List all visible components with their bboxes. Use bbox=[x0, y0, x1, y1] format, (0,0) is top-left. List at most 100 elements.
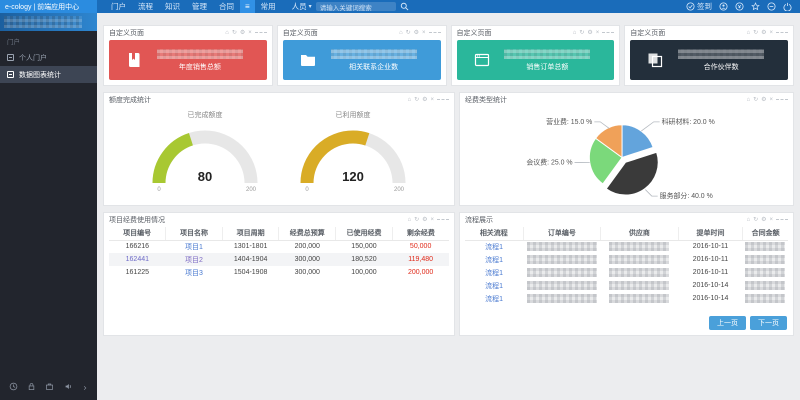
lock-icon[interactable] bbox=[27, 378, 36, 396]
table-row[interactable]: 流程1 2016-10-11 bbox=[465, 240, 788, 253]
workflow-link[interactable]: 流程1 bbox=[465, 292, 523, 305]
prev-page-button[interactable]: 上一页 bbox=[709, 316, 746, 330]
table-row[interactable]: 166216 项目1 1301-1801 200,000 150,000 50,… bbox=[109, 240, 449, 253]
home-icon[interactable]: ⌂ bbox=[573, 30, 577, 36]
settings-gear-icon[interactable]: ⚙ bbox=[422, 97, 427, 103]
search-input[interactable]: 请输入关键词搜索 bbox=[316, 2, 396, 11]
profile-icon[interactable] bbox=[719, 2, 728, 11]
home-icon[interactable]: ⌂ bbox=[746, 217, 750, 223]
close-icon[interactable]: × bbox=[769, 97, 773, 103]
workflow-link[interactable]: 流程1 bbox=[465, 266, 523, 279]
drag-handle-icon[interactable] bbox=[776, 99, 788, 100]
workflow-link[interactable]: 流程1 bbox=[465, 240, 523, 253]
home-icon[interactable]: ⌂ bbox=[746, 97, 750, 103]
order-number-redacted bbox=[527, 255, 597, 264]
settings-gear-icon[interactable]: ⚙ bbox=[414, 30, 419, 36]
wallet-icon[interactable] bbox=[735, 2, 744, 11]
refresh-icon[interactable]: ↻ bbox=[406, 30, 411, 36]
favorites-star-icon[interactable] bbox=[751, 2, 760, 11]
drag-handle-icon[interactable] bbox=[602, 32, 614, 33]
sidebar-banner-redacted bbox=[4, 16, 82, 28]
settings-gear-icon[interactable]: ⚙ bbox=[761, 217, 766, 223]
home-icon[interactable]: ⌂ bbox=[746, 30, 750, 36]
chevron-right-icon[interactable] bbox=[82, 378, 88, 396]
close-icon[interactable]: × bbox=[422, 30, 426, 36]
menu-item-portal[interactable]: 门户 bbox=[105, 0, 132, 13]
drag-handle-icon[interactable] bbox=[429, 32, 441, 33]
home-icon[interactable]: ⌂ bbox=[407, 97, 411, 103]
gauge-chart-area: 已完成额度 80 0 200 已利用额度 120 0 bbox=[104, 110, 454, 193]
menu-item-frequent[interactable]: 常用 bbox=[255, 0, 282, 13]
workflow-link[interactable]: 流程1 bbox=[465, 279, 523, 292]
close-icon[interactable]: × bbox=[769, 30, 773, 36]
home-icon[interactable]: ⌂ bbox=[225, 30, 229, 36]
budget-used: 100,000 bbox=[336, 266, 393, 279]
stat-card-partners[interactable]: 合作伙伴数 bbox=[630, 40, 788, 80]
search-icon[interactable] bbox=[400, 2, 409, 11]
stat-card-annual-sales[interactable]: 年度销售总额 bbox=[109, 40, 267, 80]
menu-item-knowledge[interactable]: 知识 bbox=[159, 0, 186, 13]
stat-card-sales-orders[interactable]: 销售订单总额 bbox=[457, 40, 615, 80]
refresh-icon[interactable]: ↻ bbox=[579, 30, 584, 36]
stat-card-partner-companies[interactable]: 相关联系企业数 bbox=[283, 40, 441, 80]
logout-power-icon[interactable] bbox=[783, 2, 792, 11]
settings-gear-icon[interactable]: ⚙ bbox=[422, 217, 427, 223]
gauge-used-quota: 已利用额度 120 0 200 bbox=[291, 110, 415, 193]
workflow-link[interactable]: 流程1 bbox=[465, 253, 523, 266]
menu-item-workflow[interactable]: 流程 bbox=[132, 0, 159, 13]
table-row[interactable]: 流程1 2016-10-14 bbox=[465, 279, 788, 292]
project-name-link[interactable]: 项目1 bbox=[166, 240, 223, 253]
refresh-icon[interactable]: ↻ bbox=[414, 97, 419, 103]
settings-gear-icon[interactable]: ⚙ bbox=[240, 30, 245, 36]
sidebar-item-personal-portal[interactable]: 个人门户 bbox=[0, 49, 97, 66]
refresh-icon[interactable]: ↻ bbox=[753, 217, 758, 223]
home-icon[interactable]: ⌂ bbox=[407, 217, 411, 223]
drag-handle-icon[interactable] bbox=[776, 32, 788, 33]
settings-gear-icon[interactable]: ⚙ bbox=[761, 97, 766, 103]
refresh-icon[interactable]: ↻ bbox=[753, 30, 758, 36]
card-label: 年度销售总额 bbox=[179, 62, 221, 72]
signin-button[interactable]: 签到 bbox=[686, 1, 712, 12]
panel-toolbar: ⌂ ↻ ⚙ × bbox=[746, 97, 788, 103]
gauge-value: 80 bbox=[198, 169, 212, 184]
settings-gear-icon[interactable]: ⚙ bbox=[761, 30, 766, 36]
speaker-icon[interactable] bbox=[64, 378, 73, 396]
supplier-redacted bbox=[609, 281, 669, 290]
budget-remaining: 50,000 bbox=[392, 240, 449, 253]
close-icon[interactable]: × bbox=[248, 30, 252, 36]
project-name-link[interactable]: 项目2 bbox=[166, 253, 223, 266]
close-icon[interactable]: × bbox=[430, 217, 434, 223]
drag-handle-icon[interactable] bbox=[776, 219, 788, 220]
next-page-button[interactable]: 下一页 bbox=[750, 316, 787, 330]
sidebar-item-data-charts[interactable]: 数据图表统计 bbox=[0, 66, 97, 83]
hamburger-menu-icon[interactable]: ≡ bbox=[240, 0, 255, 13]
table-row[interactable]: 161225 项目3 1504-1908 300,000 100,000 200… bbox=[109, 266, 449, 279]
drag-handle-icon[interactable] bbox=[437, 99, 449, 100]
col-header: 相关流程 bbox=[465, 227, 523, 240]
drag-handle-icon[interactable] bbox=[255, 32, 267, 33]
table-row[interactable]: 流程1 2016-10-14 bbox=[465, 292, 788, 305]
home-icon[interactable]: ⌂ bbox=[399, 30, 403, 36]
refresh-icon[interactable]: ↻ bbox=[414, 217, 419, 223]
order-date: 2016-10-11 bbox=[678, 253, 743, 266]
table-row[interactable]: 流程1 2016-10-11 bbox=[465, 253, 788, 266]
notice-icon[interactable] bbox=[767, 2, 776, 11]
project-name-link[interactable]: 项目3 bbox=[166, 266, 223, 279]
refresh-icon[interactable]: ↻ bbox=[753, 97, 758, 103]
briefcase-icon[interactable] bbox=[45, 378, 54, 396]
menu-item-contract[interactable]: 合同 bbox=[213, 0, 240, 13]
settings-gear-icon[interactable]: ⚙ bbox=[587, 30, 592, 36]
table-row[interactable]: 流程1 2016-10-11 bbox=[465, 266, 788, 279]
search-scope-dropdown[interactable]: 人员 ▾ bbox=[292, 1, 312, 12]
table-row[interactable]: 162441 项目2 1404-1904 300,000 180,520 119… bbox=[109, 253, 449, 266]
history-clock-icon[interactable] bbox=[9, 378, 18, 396]
check-circle-icon bbox=[686, 2, 695, 11]
drag-handle-icon[interactable] bbox=[437, 219, 449, 220]
menu-item-admin[interactable]: 管理 bbox=[186, 0, 213, 13]
refresh-icon[interactable]: ↻ bbox=[232, 30, 237, 36]
close-icon[interactable]: × bbox=[596, 30, 600, 36]
close-icon[interactable]: × bbox=[430, 97, 434, 103]
budget-total: 200,000 bbox=[279, 240, 336, 253]
search-placeholder: 请输入关键词搜索 bbox=[320, 2, 372, 11]
close-icon[interactable]: × bbox=[769, 217, 773, 223]
